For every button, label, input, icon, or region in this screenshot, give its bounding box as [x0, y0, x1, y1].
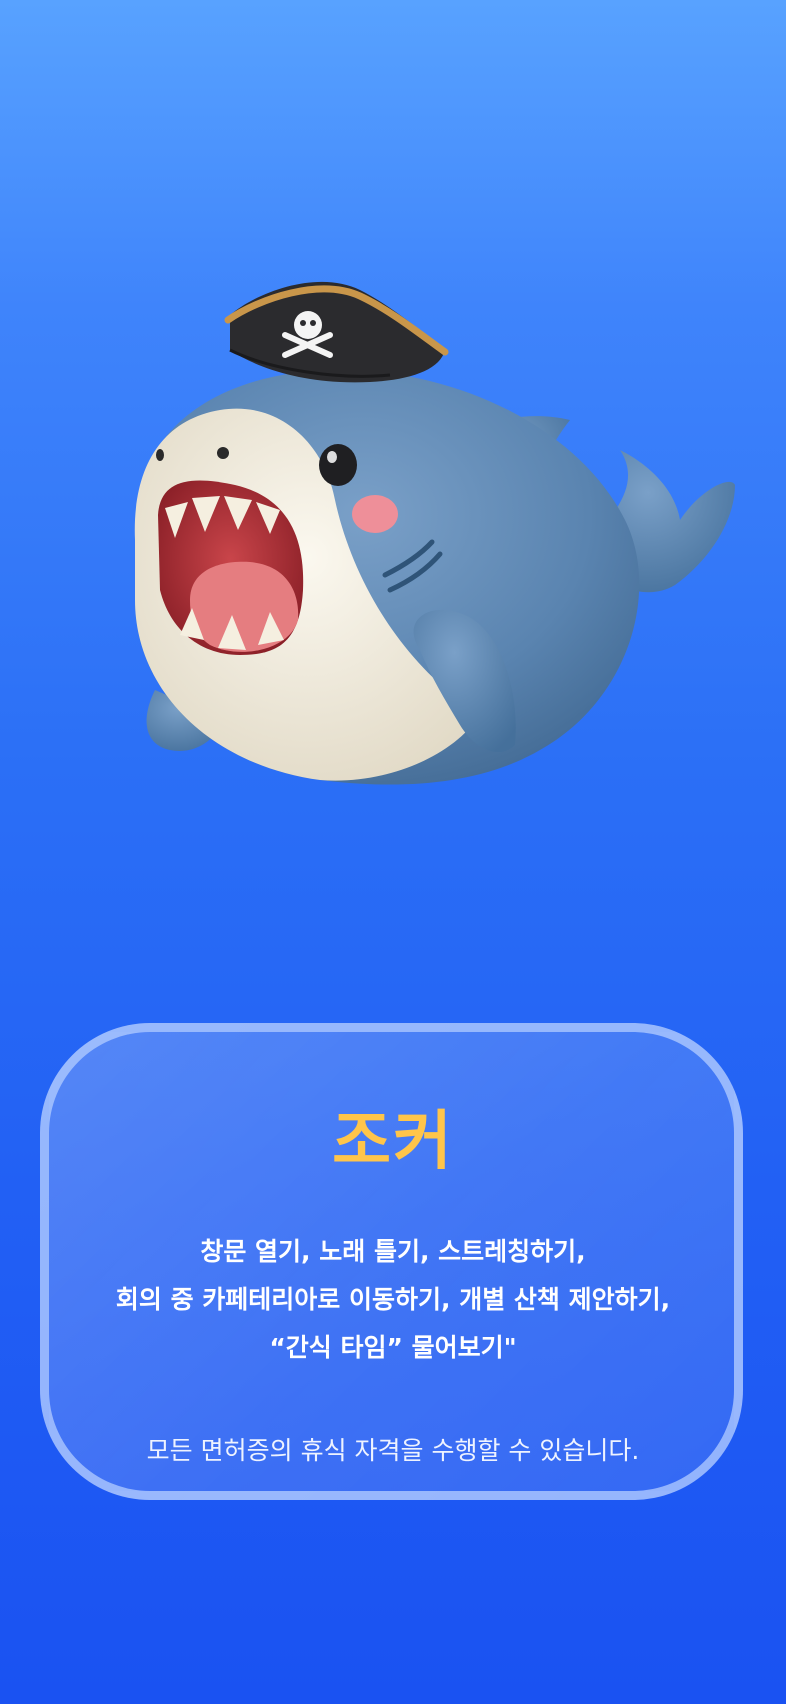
- description-line-1: 창문 열기, 노래 틀기, 스트레칭하기,: [200, 1237, 586, 1266]
- card-footnote: 모든 면허증의 휴식 자격을 수행할 수 있습니다.: [146, 1436, 640, 1465]
- pirate-shark-mascot-icon: [134, 281, 735, 785]
- description-line-3: “간식 타임” 물어보기": [269, 1333, 517, 1362]
- character-name: 조커: [332, 1105, 454, 1179]
- description-line-2: 회의 중 카페테리아로 이동하기, 개별 산책 제안하기,: [115, 1285, 671, 1314]
